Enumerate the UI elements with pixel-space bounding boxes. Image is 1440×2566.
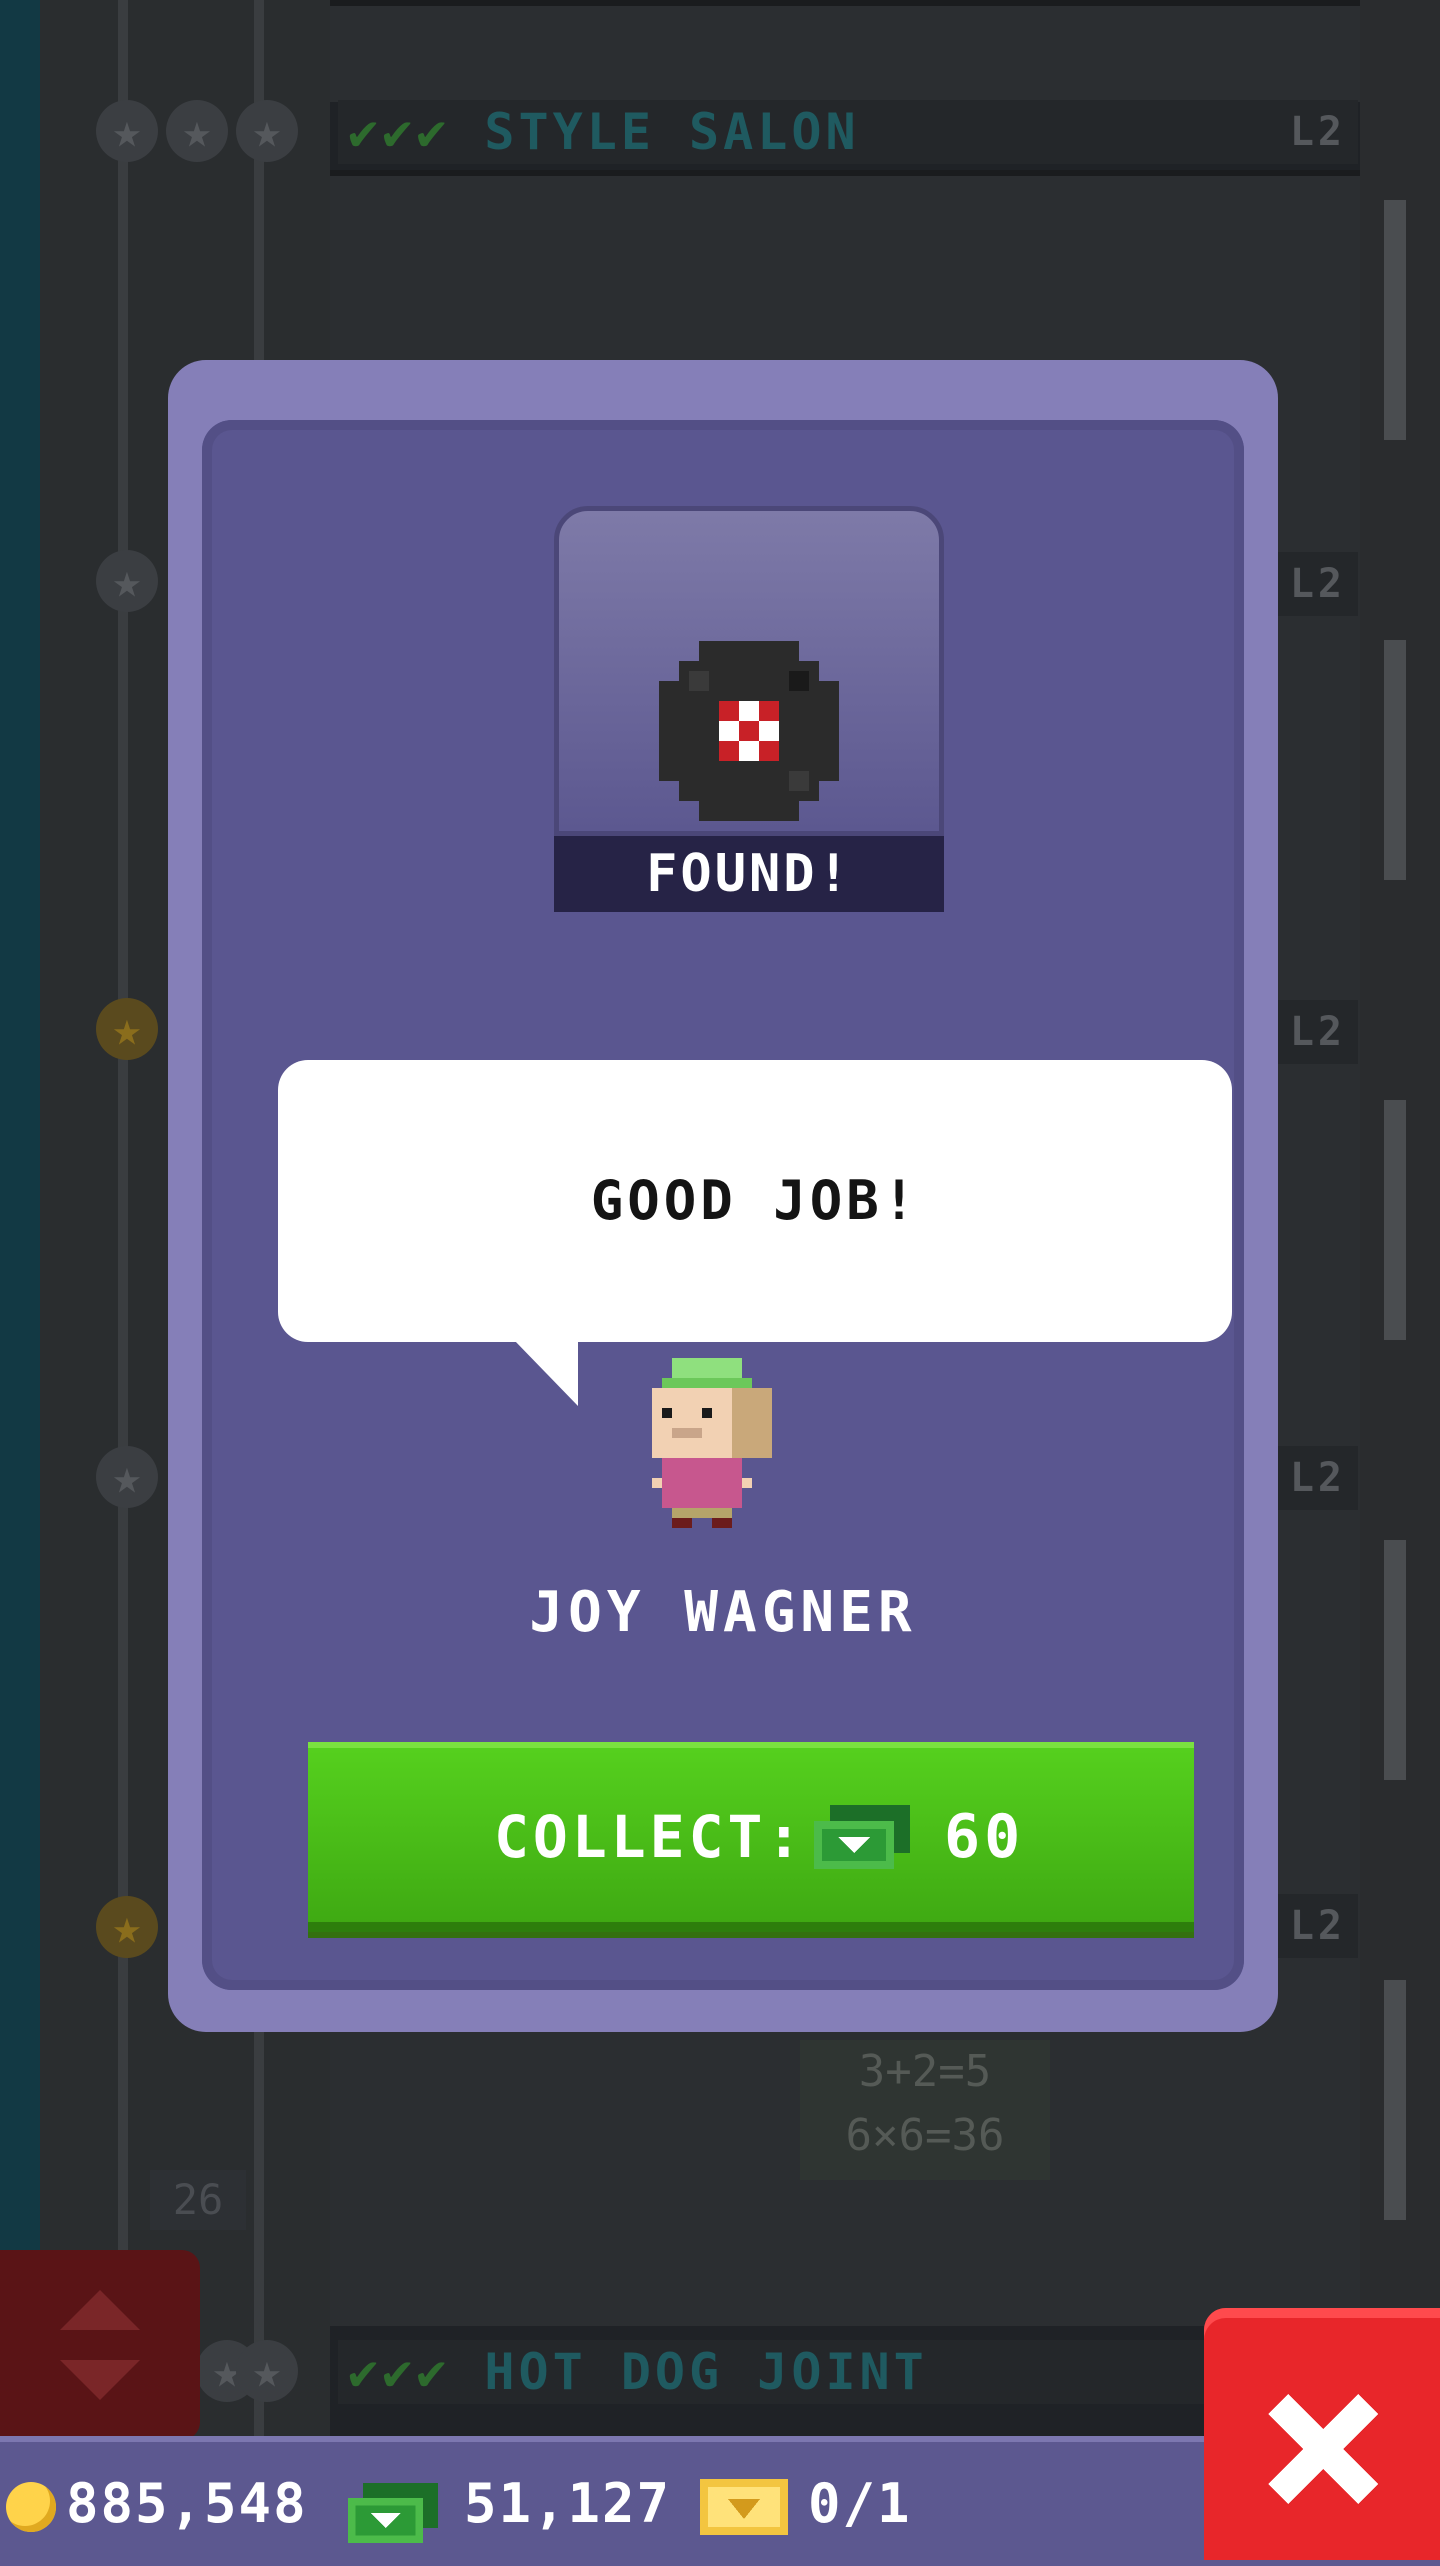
up-down-arrows-icon (60, 2290, 140, 2400)
check-icons: ✔✔✔ (348, 2343, 451, 2401)
floor-number-tag: 26 (150, 2170, 246, 2230)
close-button[interactable] (1204, 2308, 1440, 2560)
found-label: FOUND! (554, 836, 944, 912)
collect-button[interactable]: COLLECT: 60 (308, 1742, 1194, 1932)
speech-bubble-tail (514, 1340, 578, 1406)
gold-star-icon: ★ (96, 1896, 158, 1958)
dialog-panel: FOUND! GOOD JOB! JOY WAGNER COLLECT: 60 (202, 420, 1244, 1990)
close-icon (1268, 2394, 1378, 2504)
tower-bux-icon (348, 2483, 438, 2543)
speech-text: GOOD JOB! (590, 1169, 920, 1232)
speech-bubble: GOOD JOB! (278, 1060, 1232, 1342)
collect-amount: 60 (944, 1802, 1025, 1872)
golden-ticket-icon (700, 2479, 788, 2535)
check-icons: ✔✔✔ (348, 103, 451, 161)
floor-level-tag: L2 (1270, 1000, 1358, 1064)
found-item-card: FOUND! (554, 506, 944, 912)
floor-name: STYLE SALON (484, 103, 860, 161)
star-icon: ★ (96, 1446, 158, 1508)
floor-level-tag: L2 (1270, 1894, 1358, 1958)
floor-room (330, 0, 1360, 102)
floor-name-bar[interactable]: ✔✔✔ STYLE SALON L2 (338, 100, 1358, 164)
star-icon: ★ (166, 100, 228, 162)
bux-balance: 51,127 (464, 2472, 672, 2535)
vinyl-record-icon (659, 641, 839, 821)
character-name: JOY WAGNER (529, 1580, 917, 1645)
tower-scrollbar[interactable] (1360, 0, 1440, 2560)
star-icon: ★ (236, 100, 298, 162)
tower-bux-icon (814, 1805, 910, 1869)
coin-balance: 885,548 (66, 2472, 308, 2535)
ticket-count: 0/1 (808, 2472, 912, 2535)
bitizen-avatar (652, 1358, 772, 1528)
star-icon: ★ (96, 100, 158, 162)
floor-level: L2 (1289, 109, 1346, 155)
elevator-rail (118, 0, 128, 2560)
chalkboard: 3+2=5 6×6=36 (800, 2040, 1050, 2180)
floor-level-tag: L2 (1270, 1446, 1358, 1510)
item-frame (554, 506, 944, 836)
collect-label: COLLECT: (494, 1803, 806, 1871)
star-icon: ★ (236, 2340, 298, 2402)
floor-name: HOT DOG JOINT (484, 2343, 928, 2401)
star-icon: ★ (96, 550, 158, 612)
reward-dialog: FOUND! GOOD JOB! JOY WAGNER COLLECT: 60 (168, 360, 1278, 2032)
gold-star-icon: ★ (96, 998, 158, 1060)
floor-level-tag: L2 (1270, 552, 1358, 616)
coin-icon (6, 2482, 56, 2532)
elevator-button[interactable] (0, 2250, 200, 2440)
